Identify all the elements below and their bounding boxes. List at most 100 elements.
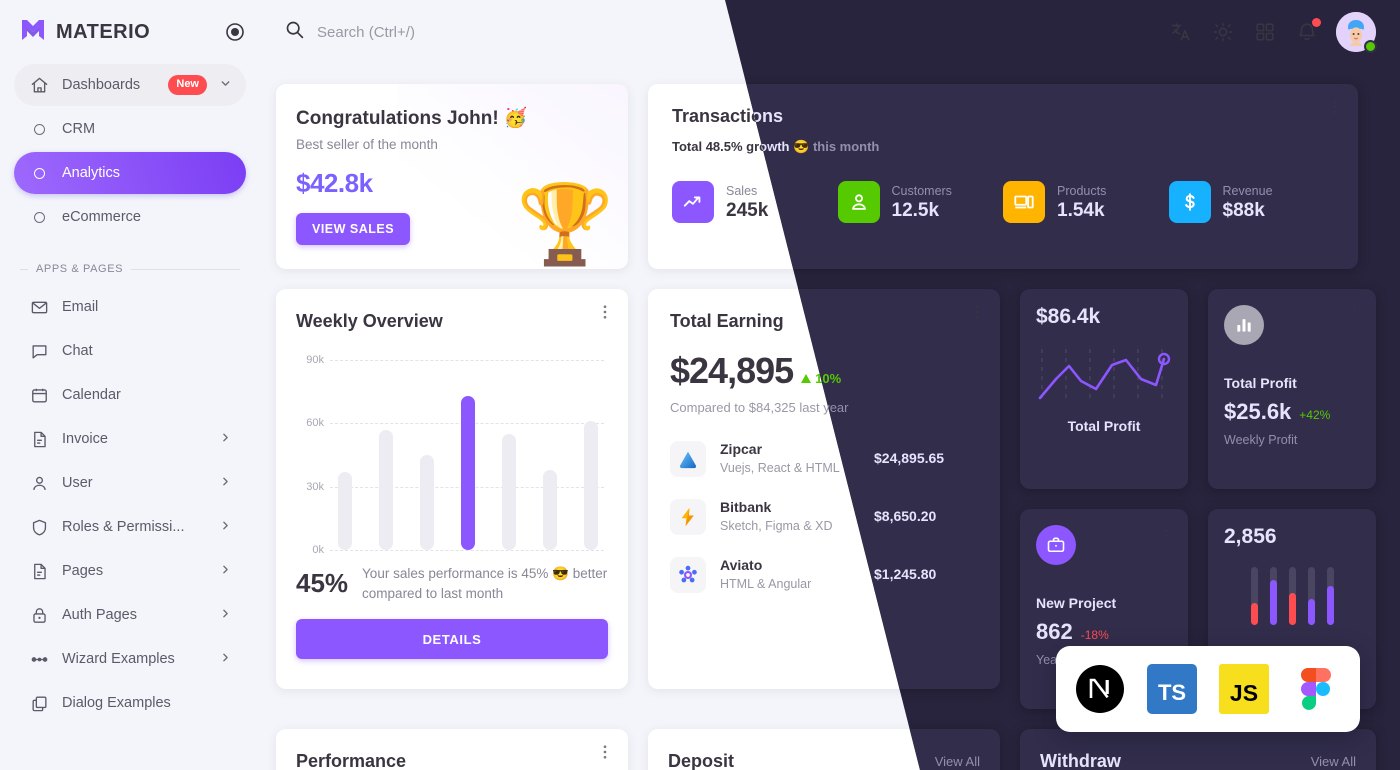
total-profit-card: $86.4k Total Profit (1020, 289, 1188, 489)
sidebar-item-calendar[interactable]: Calendar (14, 374, 246, 416)
chart-bars (338, 360, 598, 550)
weekly-bar-chart: 0k 30k 60k 90k (296, 354, 608, 556)
sidebar-item-dialog-examples[interactable]: Dialog Examples (14, 682, 246, 724)
chart-y-tick-label: 0k (312, 544, 324, 556)
chart-y-tick-label: 60k (306, 417, 324, 430)
sidebar-item-crm[interactable]: CRM (14, 108, 246, 150)
withdraw-title: Withdraw (1040, 751, 1121, 770)
zipcar-logo-icon (670, 441, 706, 477)
sidebar-section-apps-pages: APPS & PAGES (0, 260, 260, 278)
withdraw-view-all-link[interactable]: View All (1311, 754, 1356, 769)
chart-bar (543, 469, 557, 550)
transactions-period-text: this month (812, 139, 880, 154)
chart-y-tick-label: 30k (306, 480, 324, 493)
triangle-up-icon (801, 374, 812, 383)
sessions-bar-chart (1224, 567, 1360, 625)
circle-icon (28, 206, 50, 228)
sidebar-item-label: Dialog Examples (62, 695, 171, 711)
stat-label: Sales (726, 184, 758, 198)
sessions-value: 2,856 (1224, 525, 1277, 548)
home-icon (28, 74, 50, 96)
chart-bar (338, 471, 352, 550)
chevron-down-icon (219, 77, 232, 93)
kebab-menu-icon[interactable] (1326, 98, 1344, 121)
trending-up-icon (672, 181, 714, 223)
notifications-bell-icon[interactable] (1294, 18, 1321, 45)
details-button[interactable]: DETAILS (296, 619, 608, 660)
stat-value: 245k (726, 200, 769, 221)
theme-toggle-icon[interactable] (1210, 19, 1236, 45)
company-name: Aviato (720, 557, 763, 573)
performance-note: Your sales performance is 45% 😎 better c… (362, 566, 608, 601)
mail-icon (28, 296, 50, 318)
deposit-title: Deposit (668, 751, 735, 770)
svg-text:TS: TS (1158, 680, 1186, 705)
trophy-icon: 🏆 (516, 180, 614, 268)
sidebar-item-dashboards[interactable]: Dashboards New (14, 64, 246, 106)
chart-bar (584, 421, 598, 550)
javascript-logo-icon[interactable]: JS (1219, 664, 1269, 714)
company-value: $8,650.20 (874, 508, 937, 524)
user-icon (28, 472, 50, 494)
stat-label: Products (1057, 184, 1107, 198)
sidebar-item-label: CRM (62, 121, 96, 137)
view-sales-button[interactable]: VIEW SALES (296, 213, 411, 245)
performance-title: Performance (296, 751, 407, 770)
sidebar-item-invoice[interactable]: Invoice (14, 418, 246, 460)
company-value: $1,245.80 (874, 566, 937, 582)
sidebar-item-email[interactable]: Email (14, 286, 246, 328)
chart-bar (379, 429, 393, 550)
weekly-profit-value: $25.6k (1224, 399, 1292, 424)
invoice-file-icon (28, 428, 50, 450)
radio-button-icon[interactable] (226, 23, 244, 41)
language-icon[interactable] (1168, 19, 1194, 45)
sidebar-item-auth-pages[interactable]: Auth Pages (14, 594, 246, 636)
avatar[interactable] (1336, 12, 1377, 53)
transactions-title: Transactions (725, 106, 1334, 127)
sidebar-nav: Dashboards New CRM Analytics eCommerce (0, 64, 260, 238)
sidebar-item-roles-permissions[interactable]: Roles & Permissi... (14, 506, 246, 548)
section-label: APPS & PAGES (36, 263, 124, 275)
dialog-copy-icon (28, 692, 50, 714)
figma-logo-icon[interactable] (1291, 664, 1341, 714)
chevron-right-icon (219, 563, 232, 579)
nextjs-logo-icon[interactable] (1075, 664, 1125, 714)
typescript-logo-icon[interactable]: TS (1147, 664, 1197, 714)
bitbank-logo-icon (670, 499, 706, 535)
chevron-right-icon (219, 651, 232, 667)
sidebar-item-user[interactable]: User (14, 462, 246, 504)
chart-bar (502, 433, 516, 550)
circle-icon (28, 118, 50, 140)
kebab-menu-icon[interactable] (596, 743, 614, 766)
wizard-dots-icon (28, 648, 50, 670)
shield-icon (28, 516, 50, 538)
kebab-menu-icon[interactable] (968, 303, 986, 326)
search-input[interactable] (317, 23, 637, 41)
sessions-bar (1326, 567, 1334, 625)
withdraw-card: Withdraw View All (1020, 729, 1376, 770)
chevron-right-icon (219, 431, 232, 447)
sidebar-item-chat[interactable]: Chat (14, 330, 246, 372)
sidebar-item-ecommerce[interactable]: eCommerce (14, 196, 246, 238)
lock-icon (28, 604, 50, 626)
sidebar-item-label: Auth Pages (62, 607, 137, 623)
congratulations-subtitle: Best seller of the month (296, 137, 438, 152)
sidebar-item-analytics[interactable]: Analytics (14, 152, 246, 194)
sidebar-item-wizard-examples[interactable]: Wizard Examples (14, 638, 246, 680)
stat-revenue: Revenue $88k (1168, 181, 1335, 223)
sidebar: MATERIO Dashboards New CRM Analytics eCo… (0, 0, 260, 770)
weekly-overview-title: Weekly Overview (296, 311, 443, 331)
devices-icon (1003, 181, 1045, 223)
deposit-view-all-link[interactable]: View All (935, 754, 980, 769)
shortcuts-grid-icon[interactable] (1252, 19, 1278, 45)
header-actions (1168, 12, 1377, 53)
sidebar-item-label: Calendar (62, 387, 121, 403)
company-value: $24,895.65 (874, 450, 945, 466)
calendar-icon (28, 384, 50, 406)
aviato-logo-icon (670, 557, 706, 593)
new-project-label: New Project (1036, 595, 1117, 611)
briefcase-icon (1036, 525, 1076, 565)
congratulations-title: Congratulations John! 🥳 (296, 108, 528, 129)
kebab-menu-icon[interactable] (596, 303, 614, 326)
sidebar-item-pages[interactable]: Pages (14, 550, 246, 592)
